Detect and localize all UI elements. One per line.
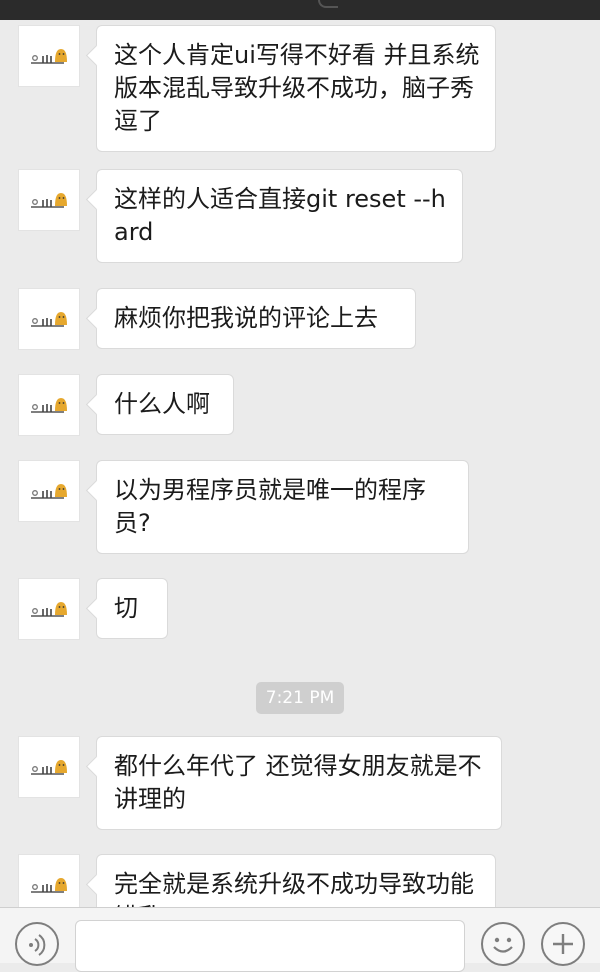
avatar[interactable] bbox=[18, 854, 80, 907]
message-bubble[interactable]: 完全就是系统升级不成功导致功能错乱 bbox=[96, 854, 496, 907]
voice-icon bbox=[29, 934, 46, 956]
status-bar-glyph bbox=[318, 0, 338, 8]
chat-area[interactable]: 这个人肯定ui写得不好看 并且系统版本混乱导致升级不成功，脑子秀逗了 这样的人适… bbox=[0, 20, 600, 907]
message-bubble[interactable]: 都什么年代了 还觉得女朋友就是不讲理的 bbox=[96, 736, 502, 830]
avatar-image bbox=[31, 760, 67, 775]
message-input[interactable] bbox=[75, 920, 465, 972]
avatar[interactable] bbox=[18, 374, 80, 436]
voice-button[interactable] bbox=[15, 922, 59, 966]
message-bubble[interactable]: 这样的人适合直接git reset --hard bbox=[96, 169, 463, 263]
status-bar bbox=[0, 0, 600, 20]
avatar[interactable] bbox=[18, 460, 80, 522]
avatar-image bbox=[31, 878, 67, 893]
emoji-icon bbox=[493, 937, 513, 953]
avatar-image bbox=[31, 398, 67, 413]
plus-icon bbox=[553, 934, 573, 954]
avatar[interactable] bbox=[18, 25, 80, 87]
message-bubble[interactable]: 什么人啊 bbox=[96, 374, 234, 435]
avatar[interactable] bbox=[18, 736, 80, 798]
message-bubble[interactable]: 切 bbox=[96, 578, 168, 639]
input-bar bbox=[0, 907, 600, 972]
avatar-image bbox=[31, 312, 67, 327]
avatar[interactable] bbox=[18, 169, 80, 231]
timestamp: 7:21 PM bbox=[256, 682, 344, 714]
message-bubble[interactable]: 以为男程序员就是唯一的程序员? bbox=[96, 460, 469, 554]
avatar-image bbox=[31, 193, 67, 208]
plus-button[interactable] bbox=[541, 922, 585, 966]
avatar[interactable] bbox=[18, 288, 80, 350]
avatar-image bbox=[31, 484, 67, 499]
message-bubble[interactable]: 这个人肯定ui写得不好看 并且系统版本混乱导致升级不成功，脑子秀逗了 bbox=[96, 25, 496, 152]
avatar-image bbox=[31, 49, 67, 64]
message-bubble[interactable]: 麻烦你把我说的评论上去 bbox=[96, 288, 416, 349]
avatar[interactable] bbox=[18, 578, 80, 640]
emoji-button[interactable] bbox=[481, 922, 525, 966]
avatar-image bbox=[31, 602, 67, 617]
